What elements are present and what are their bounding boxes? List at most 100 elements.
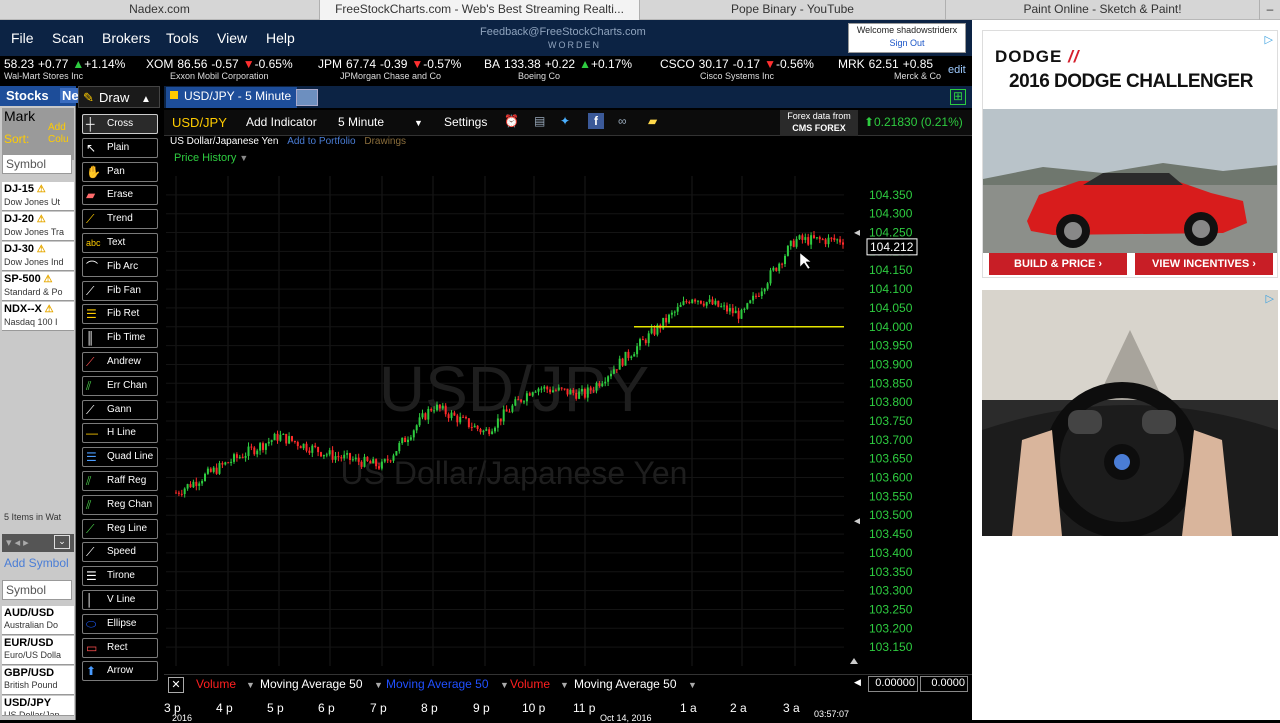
bmw-ad[interactable]: ▷ (982, 290, 1278, 536)
tool-err-chan[interactable]: ⫽ Err Chan (82, 375, 158, 396)
indicator-label[interactable]: Moving Average 50 (260, 677, 363, 691)
watchlist-row[interactable]: USD/JPY US Dollar/Jap (2, 696, 74, 716)
chart-tab[interactable]: USD/JPY - 5 Minute (166, 87, 298, 108)
menu-file[interactable]: File (11, 30, 34, 46)
adchoices-icon[interactable]: ▷ (1265, 33, 1273, 46)
note-icon[interactable]: ▰ (648, 114, 657, 128)
watchlist-row[interactable]: AUD/USD Australian Do (2, 606, 74, 635)
tool-erase[interactable]: ▰ Erase (82, 185, 158, 206)
twitter-icon[interactable]: ✦ (560, 114, 570, 128)
ticker-quote[interactable]: BA 133.38 +0.22 ▲+0.17% (484, 57, 636, 71)
menu-view[interactable]: View (217, 30, 247, 46)
indicator-dropdown-icon[interactable]: ▼ (560, 680, 569, 690)
add-to-portfolio-link[interactable]: Add to Portfolio (287, 136, 355, 147)
tool-rect[interactable]: ▭ Rect (82, 637, 158, 658)
menu-tools[interactable]: Tools (166, 30, 199, 46)
binoculars-icon[interactable]: ∞ (618, 114, 627, 128)
ticker-quote[interactable]: 58.23 +0.77 ▲+1.14% (0, 57, 129, 71)
watchlist-row[interactable]: EUR/USD Euro/US Dolla (2, 636, 74, 665)
nav-arrows-icon[interactable]: ▾ ◂ ▸ (6, 536, 29, 549)
tool-plain[interactable]: ↖ Plain (82, 137, 158, 158)
menu-scan[interactable]: Scan (52, 30, 84, 46)
build-price-button[interactable]: BUILD & PRICE › (989, 253, 1127, 275)
tool-fib-fan[interactable]: ⟋ Fib Fan (82, 280, 158, 301)
tool-andrew[interactable]: ⟋ Andrew (82, 352, 158, 372)
edit-ticker-link[interactable]: edit (948, 64, 966, 76)
indicator-dropdown-icon[interactable]: ▼ (688, 680, 697, 690)
adchoices-icon-2[interactable]: ▷ (1266, 292, 1274, 305)
add-symbol-link[interactable]: Add Symbol (4, 556, 69, 570)
tool-trend[interactable]: ⟋ Trend (82, 209, 158, 230)
browser-tab-nadex[interactable]: Nadex.com (0, 0, 320, 20)
dodge-ad[interactable]: ▷ DODGE // 2016 DODGE CHALLENGER BUILD &… (982, 30, 1278, 278)
drawings-link[interactable]: Drawings (364, 136, 406, 147)
settings-button[interactable]: Settings (444, 115, 487, 129)
add-indicator-button[interactable]: Add Indicator (246, 115, 317, 129)
tool-tirone[interactable]: ☰ Tirone (82, 566, 158, 587)
add-column-link-2[interactable]: Colu (48, 134, 69, 145)
new-tab-button[interactable]: – (1260, 0, 1280, 20)
tool-fib-arc[interactable]: ⌒ Fib Arc (82, 256, 158, 277)
tool-reg-chan[interactable]: ⫽ Reg Chan (82, 494, 158, 515)
feedback-link[interactable]: Feedback@FreeStockCharts.com (480, 26, 646, 38)
sign-out-link[interactable]: Sign Out (849, 37, 965, 50)
tool-text[interactable]: abc Text (82, 233, 158, 253)
watchlist-row[interactable]: SP-500 ⚠ Standard & Po (2, 272, 74, 301)
tool-fib-time[interactable]: ║ Fib Time (82, 328, 158, 349)
watchlist-row[interactable]: NDX--X ⚠ Nasdaq 100 I (2, 302, 74, 331)
watchlist-row[interactable]: DJ-20 ⚠ Dow Jones Tra (2, 212, 74, 241)
symbol-input-2[interactable]: Symbol (2, 580, 72, 600)
chart-window: USD/JPY - 5 Minute ⊞ USD/JPY Add Indicat… (164, 86, 972, 723)
indicator-label[interactable]: Moving Average 50 (386, 677, 489, 691)
indicator-label[interactable]: Volume (510, 677, 550, 691)
watchlist-row[interactable]: GBP/USD British Pound (2, 666, 74, 695)
tool-pan[interactable]: ✋ Pan (82, 161, 158, 182)
interval-select[interactable]: 5 Minute (338, 115, 384, 129)
browser-tab-freestockcharts[interactable]: FreeStockCharts.com - Web's Best Streami… (320, 0, 640, 20)
tool-ellipse[interactable]: ⬭ Ellipse (82, 613, 158, 634)
ticker-quote[interactable]: CSCO 30.17 -0.17 ▼-0.56% (660, 57, 818, 71)
menu-help[interactable]: Help (266, 30, 295, 46)
symbol-title[interactable]: USD/JPY (172, 115, 227, 130)
ticker-quote[interactable]: MRK 62.51 +0.85 (838, 57, 941, 71)
tool-h-line[interactable]: — H Line (82, 423, 158, 444)
watchlist-row[interactable]: DJ-15 ⚠ Dow Jones Ut (2, 182, 74, 211)
tool-quad-line[interactable]: ☰ Quad Line (82, 447, 158, 468)
ticker-quote[interactable]: XOM 86.56 -0.57 ▼-0.65% (146, 57, 297, 71)
tool-speed[interactable]: ⟋ Speed (82, 542, 158, 563)
browser-tab-youtube[interactable]: Pope Binary - YouTube (640, 0, 946, 20)
symbol-input[interactable]: Symbol (2, 154, 72, 174)
ticker-quote[interactable]: JPM 67.74 -0.39 ▼-0.57% (318, 57, 465, 71)
price-history-dropdown[interactable]: Price History ▼ (174, 152, 248, 164)
tool-raff-reg[interactable]: ⫽ Raff Reg (82, 471, 158, 491)
tool-fib-ret[interactable]: ☰ Fib Ret (82, 304, 158, 325)
tool-v-line[interactable]: │ V Line (82, 590, 158, 610)
tool-cross[interactable]: ┼ Cross (82, 114, 158, 134)
view-incentives-button[interactable]: VIEW INCENTIVES › (1135, 253, 1273, 275)
new-chart-tab-icon[interactable] (296, 89, 318, 106)
layout-grid-icon[interactable]: ⊞ (950, 89, 966, 105)
price-chart[interactable]: 104.350104.300104.250104.200104.150104.1… (164, 166, 972, 674)
watchlist-row[interactable]: DJ-30 ⚠ Dow Jones Ind (2, 242, 74, 271)
tool-reg-line[interactable]: ⟋ Reg Line (82, 518, 158, 539)
add-column-link[interactable]: Add (48, 122, 66, 133)
draw-menu-button[interactable]: ✎ Draw ▲ (78, 86, 160, 108)
tool-arrow[interactable]: ⬆ Arrow (82, 661, 158, 682)
indicator-label[interactable]: Volume (196, 677, 236, 691)
scroll-left-icon[interactable]: ◀ (854, 677, 861, 688)
tool-gann[interactable]: ⟋ Gann (82, 399, 158, 420)
indicator-dropdown-icon[interactable]: ▼ (246, 680, 255, 690)
menu-brokers[interactable]: Brokers (102, 30, 150, 46)
collapse-icon[interactable]: ⌄ (54, 535, 70, 549)
close-indicators-icon[interactable]: ✕ (168, 677, 184, 693)
interval-dropdown-icon[interactable]: ▼ (414, 118, 423, 128)
indicator-label[interactable]: Moving Average 50 (574, 677, 677, 691)
tab-stocks[interactable]: Stocks (6, 88, 49, 103)
layers-icon[interactable]: ▤ (534, 114, 545, 128)
scroll-marker-icon (854, 518, 860, 525)
facebook-icon[interactable]: f (588, 113, 604, 129)
indicator-dropdown-icon[interactable]: ▼ (500, 680, 509, 690)
indicator-dropdown-icon[interactable]: ▼ (374, 680, 383, 690)
alarm-icon[interactable]: ⏰ (504, 114, 519, 128)
browser-tab-paint[interactable]: Paint Online - Sketch & Paint! (946, 0, 1260, 20)
